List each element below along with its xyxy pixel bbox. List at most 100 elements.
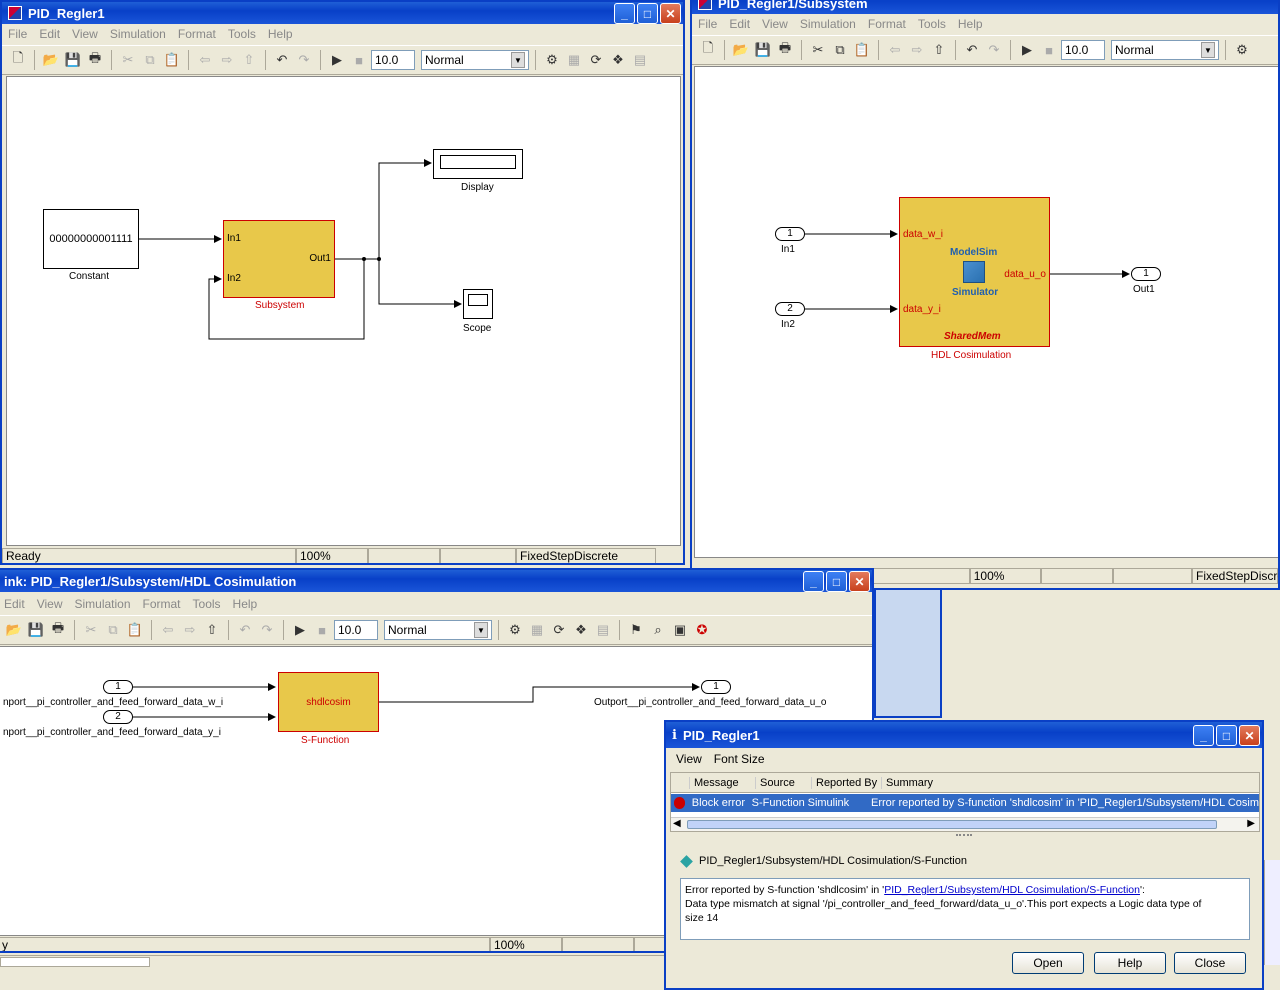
column-reported-by[interactable]: Reported By (811, 776, 881, 789)
menu-font-size[interactable]: Font Size (708, 752, 771, 766)
menu-view[interactable]: View (666, 752, 708, 766)
redo-icon[interactable]: ↷ (257, 620, 277, 640)
open-icon[interactable]: 📂 (41, 50, 61, 70)
chevron-down-icon[interactable]: ▼ (1201, 42, 1215, 58)
menu-file[interactable]: File (692, 17, 723, 31)
start-simulation-icon[interactable]: ▶ (327, 50, 347, 70)
menu-help[interactable]: Help (262, 27, 299, 41)
table-row[interactable]: Block error S-Function Simulink Error re… (671, 794, 1259, 812)
minimize-button[interactable]: _ (614, 3, 635, 24)
start-simulation-icon[interactable]: ▶ (1017, 40, 1037, 60)
title-bar[interactable]: ink: PID_Regler1/Subsystem/HDL Cosimulat… (0, 570, 872, 592)
diagram-canvas[interactable]: 00000000001111 Constant In1 In2 Out1 Sub… (6, 76, 681, 546)
model-explorer-icon[interactable]: ▤ (630, 50, 650, 70)
simulation-mode-select[interactable]: Normal ▼ (1111, 40, 1219, 60)
up-icon[interactable]: ⇧ (929, 40, 949, 60)
maximize-button[interactable]: □ (637, 3, 658, 24)
title-bar[interactable]: PID_Regler1 _ □ ✕ (2, 2, 683, 24)
scroll-thumb[interactable] (687, 820, 1217, 829)
target-icon[interactable]: ✪ (692, 620, 712, 640)
close-button[interactable]: ✕ (1239, 725, 1260, 746)
menu-help[interactable]: Help (227, 597, 264, 611)
menu-view[interactable]: View (756, 17, 794, 31)
menu-simulation[interactable]: Simulation (794, 17, 862, 31)
open-icon[interactable]: 📂 (731, 40, 751, 60)
minimize-button[interactable]: _ (803, 571, 824, 592)
menu-tools[interactable]: Tools (187, 597, 227, 611)
menu-edit[interactable]: Edit (33, 27, 66, 41)
menu-format[interactable]: Format (862, 17, 912, 31)
detail-link[interactable]: PID_Regler1/Subsystem/HDL Cosimulation/S… (884, 884, 1140, 896)
model-explorer-icon[interactable]: ▤ (593, 620, 613, 640)
close-button[interactable]: ✕ (660, 3, 681, 24)
scroll-right-icon[interactable]: ▶ (1247, 818, 1255, 829)
close-button[interactable]: ✕ (849, 571, 870, 592)
save-icon[interactable]: 💾 (753, 40, 773, 60)
library-browser-icon[interactable]: ❖ (608, 50, 628, 70)
menu-help[interactable]: Help (952, 17, 989, 31)
diagram-canvas[interactable]: 1 In1 2 In2 data_w_i data_y_i data_u_o M… (694, 66, 1278, 558)
cut-icon[interactable]: ✂ (118, 50, 138, 70)
stop-time-input[interactable]: 10.0 (1061, 40, 1105, 60)
horizontal-scrollbar[interactable]: ◀ ▶ (671, 817, 1259, 831)
simulation-mode-select[interactable]: Normal ▼ (384, 620, 492, 640)
stop-time-input[interactable]: 10.0 (371, 50, 415, 70)
inport-2-block[interactable]: 2 (775, 302, 805, 316)
menu-file[interactable]: File (2, 27, 33, 41)
library-browser-icon[interactable]: ❖ (571, 620, 591, 640)
chevron-down-icon[interactable]: ▼ (474, 622, 488, 638)
stop-simulation-icon[interactable]: ■ (312, 620, 332, 640)
print-icon[interactable]: 🖶 (85, 50, 105, 70)
properties-icon[interactable]: ▣ (670, 620, 690, 640)
profiler-icon[interactable]: ⌕ (648, 620, 668, 640)
menu-tools[interactable]: Tools (222, 27, 262, 41)
stop-time-input[interactable]: 10.0 (334, 620, 378, 640)
open-button[interactable]: Open (1012, 952, 1084, 974)
debug-icon[interactable]: ⚑ (626, 620, 646, 640)
start-simulation-icon[interactable]: ▶ (290, 620, 310, 640)
stop-simulation-icon[interactable]: ■ (349, 50, 369, 70)
chevron-down-icon[interactable]: ▼ (511, 52, 525, 68)
build-icon[interactable]: ⚙ (542, 50, 562, 70)
build-icon[interactable]: ⚙ (505, 620, 525, 640)
back-icon[interactable]: ⇦ (195, 50, 215, 70)
title-bar[interactable]: PID_Regler1/Subsystem (692, 0, 1278, 14)
subsystem-block[interactable]: In1 In2 Out1 (223, 220, 335, 298)
update-diagram-icon[interactable]: ▦ (527, 620, 547, 640)
menu-format[interactable]: Format (172, 27, 222, 41)
forward-icon[interactable]: ⇨ (180, 620, 200, 640)
print-icon[interactable]: 🖶 (775, 40, 795, 60)
copy-icon[interactable]: ⧉ (830, 40, 850, 60)
forward-icon[interactable]: ⇨ (217, 50, 237, 70)
up-icon[interactable]: ⇧ (239, 50, 259, 70)
menu-view[interactable]: View (66, 27, 104, 41)
menu-tools[interactable]: Tools (912, 17, 952, 31)
close-dialog-button[interactable]: Close (1174, 952, 1246, 974)
build-icon[interactable]: ⚙ (1232, 40, 1252, 60)
redo-icon[interactable]: ↷ (984, 40, 1004, 60)
paste-icon[interactable]: 📋 (162, 50, 182, 70)
menu-edit[interactable]: Edit (0, 597, 31, 611)
menu-edit[interactable]: Edit (723, 17, 756, 31)
back-icon[interactable]: ⇦ (158, 620, 178, 640)
open-icon[interactable]: 📂 (4, 620, 24, 640)
maximize-button[interactable]: □ (1216, 725, 1237, 746)
refresh-icon[interactable]: ⟳ (549, 620, 569, 640)
copy-icon[interactable]: ⧉ (140, 50, 160, 70)
menu-view[interactable]: View (31, 597, 69, 611)
minimize-button[interactable]: _ (1193, 725, 1214, 746)
new-icon[interactable]: 🗋 (8, 50, 28, 70)
s-function-block[interactable]: shdlcosim (278, 672, 379, 732)
inport-1-block[interactable]: 1 (103, 680, 133, 694)
inport-2-block[interactable]: 2 (103, 710, 133, 724)
cut-icon[interactable]: ✂ (808, 40, 828, 60)
splitter-handle[interactable] (956, 834, 972, 838)
redo-icon[interactable]: ↷ (294, 50, 314, 70)
back-icon[interactable]: ⇦ (885, 40, 905, 60)
constant-block[interactable]: 00000000001111 (43, 209, 139, 269)
forward-icon[interactable]: ⇨ (907, 40, 927, 60)
up-icon[interactable]: ⇧ (202, 620, 222, 640)
refresh-icon[interactable]: ⟳ (586, 50, 606, 70)
new-icon[interactable]: 🗋 (698, 40, 718, 60)
paste-icon[interactable]: 📋 (125, 620, 145, 640)
